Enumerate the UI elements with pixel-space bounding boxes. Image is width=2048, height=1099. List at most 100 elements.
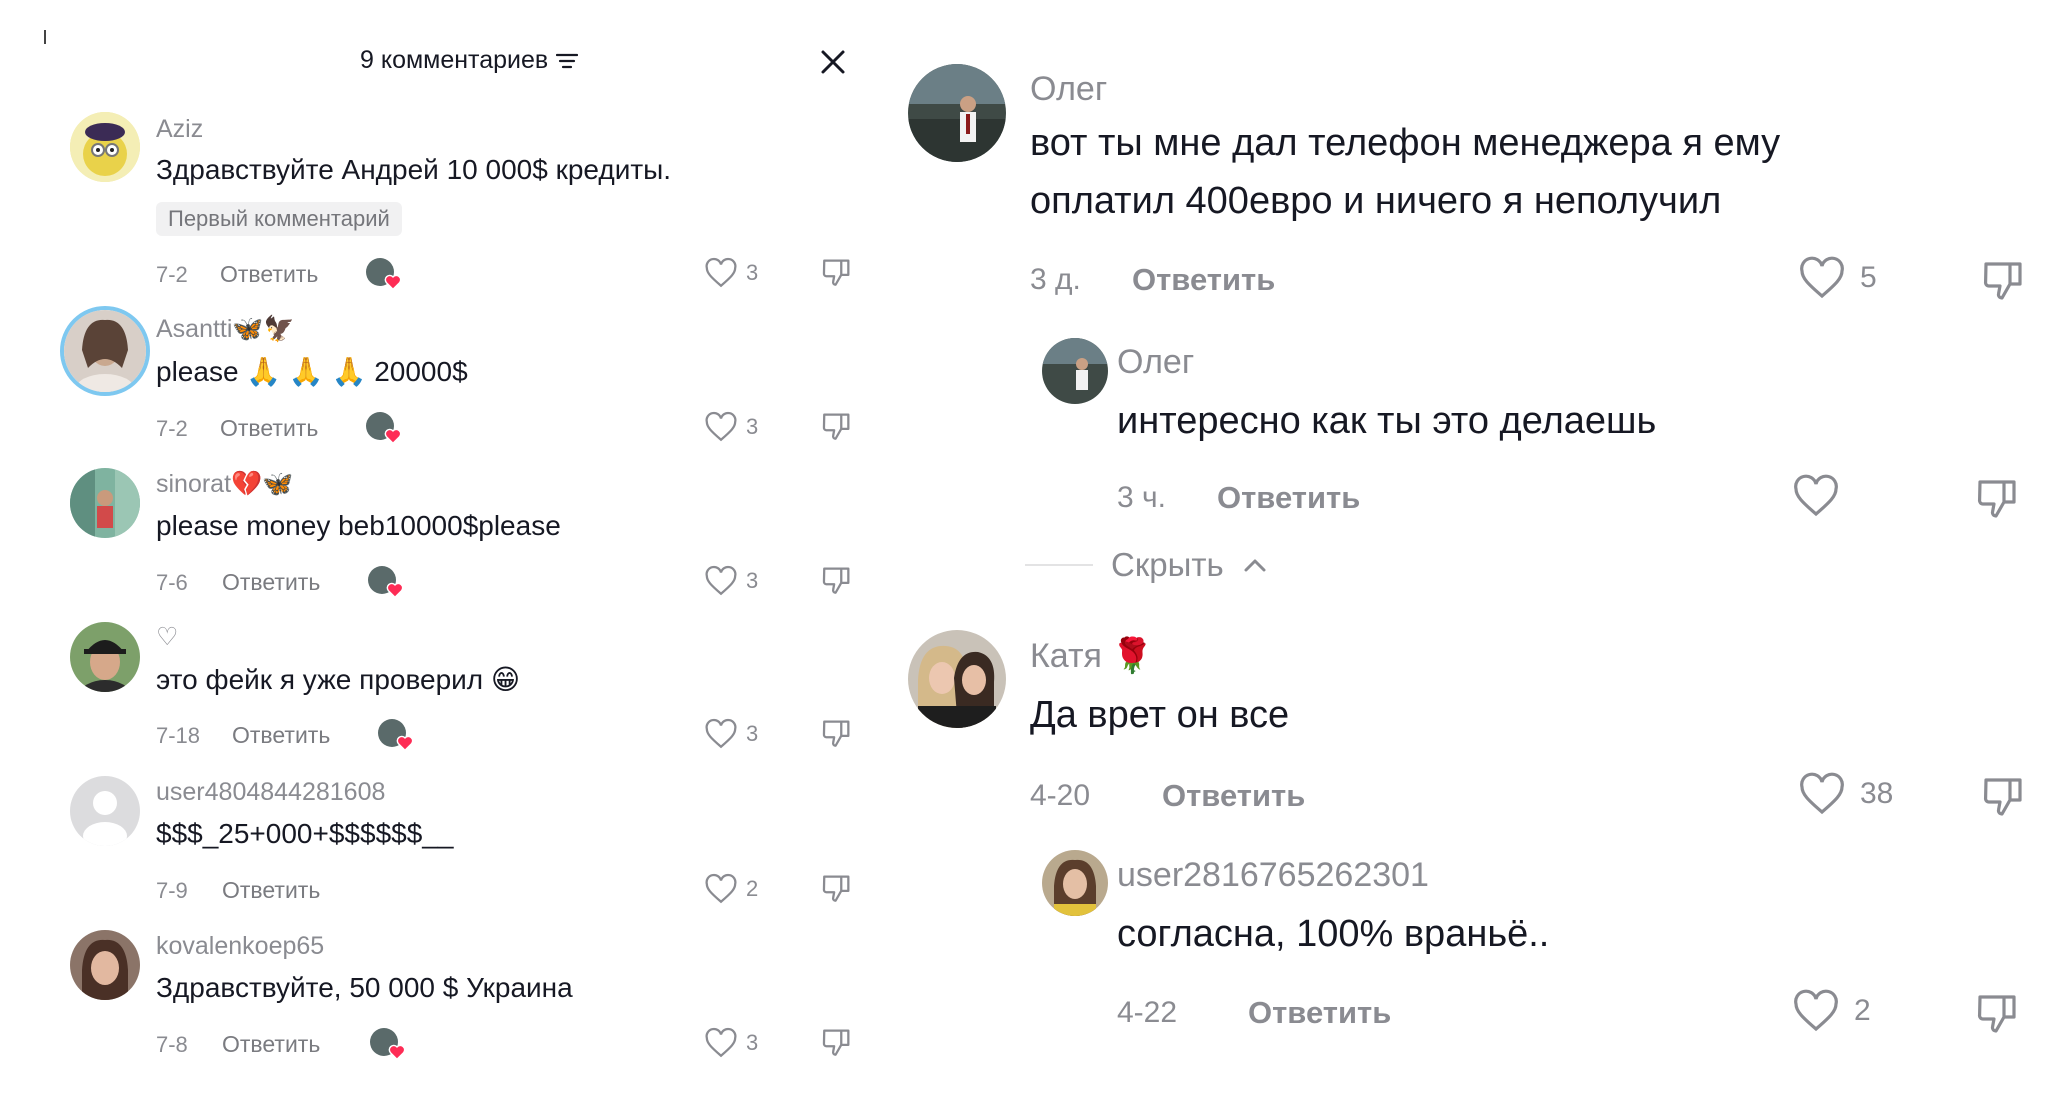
dislike-icon[interactable] <box>820 871 854 905</box>
reply-button[interactable]: Ответить <box>232 722 330 749</box>
dislike-icon[interactable] <box>1980 256 2028 304</box>
comment-text: это фейк я уже проверил 😁 <box>156 664 521 695</box>
comment-text: Да врет он все <box>1030 694 1290 736</box>
heart-icon <box>705 718 737 749</box>
heart-icon <box>1800 256 1844 299</box>
reply-button[interactable]: Ответить <box>220 415 318 442</box>
like-count: 2 <box>1854 994 1871 1027</box>
comment-username[interactable]: ♡ <box>156 622 178 652</box>
avatar-image <box>1042 850 1108 916</box>
avatar[interactable] <box>70 112 140 182</box>
reply-button[interactable]: Ответить <box>1248 995 1391 1031</box>
comments-count-title[interactable]: 9 комментариев <box>360 46 579 75</box>
creator-liked-avatar <box>368 566 404 598</box>
like-count: 2 <box>746 876 759 901</box>
like-button[interactable]: 2 <box>704 873 758 905</box>
dislike-icon[interactable] <box>820 563 854 597</box>
comment-date: 7-2 <box>156 262 188 287</box>
heart-icon <box>1794 989 1838 1032</box>
comments-header: 9 комментариев <box>0 34 880 90</box>
avatar[interactable] <box>1042 850 1108 916</box>
avatar[interactable] <box>908 64 1006 162</box>
heart-icon <box>705 873 737 904</box>
heart-filled-icon <box>384 274 402 290</box>
avatar[interactable] <box>60 306 150 396</box>
close-icon[interactable] <box>815 44 851 80</box>
comment-text: согласна, 100% враньё.. <box>1117 913 1550 955</box>
comments-panel-left: 9 комментариев Aziz Здравствуйте Андрей … <box>0 0 880 1099</box>
heart-filled-icon <box>396 735 414 751</box>
reply-button[interactable]: Ответить <box>1132 262 1275 298</box>
dislike-icon[interactable] <box>1974 989 2022 1037</box>
like-button[interactable]: 5 <box>1798 256 1877 300</box>
like-count: 3 <box>746 414 759 439</box>
divider <box>1025 564 1093 566</box>
comment-username[interactable]: Олег <box>1117 343 1194 382</box>
like-button[interactable]: 3 <box>704 718 758 750</box>
hide-replies-button[interactable]: Скрыть <box>1025 546 1268 584</box>
creator-liked-avatar <box>366 258 402 290</box>
avatar[interactable] <box>70 930 140 1000</box>
like-button[interactable]: 3 <box>704 565 758 597</box>
hide-replies-label: Скрыть <box>1111 546 1224 583</box>
comment-date: 7-9 <box>156 878 188 903</box>
like-button[interactable]: 3 <box>704 257 758 289</box>
dislike-icon[interactable] <box>1980 772 2028 820</box>
comment-text: please money beb10000$please <box>156 510 561 541</box>
dislike-icon[interactable] <box>820 1025 854 1059</box>
heart-filled-icon <box>386 582 404 598</box>
like-button[interactable]: 3 <box>704 1027 758 1059</box>
comment-date: 4-20 <box>1030 779 1091 812</box>
comment-username[interactable]: Aziz <box>156 115 203 144</box>
like-button[interactable]: 3 <box>704 411 758 443</box>
avatar-image <box>70 112 140 182</box>
like-button[interactable]: 2 <box>1792 989 1871 1033</box>
heart-icon <box>1794 474 1838 517</box>
avatar-image <box>70 468 140 538</box>
avatar[interactable] <box>1042 338 1108 404</box>
heart-icon <box>705 1027 737 1058</box>
comment-username[interactable]: user2816765262301 <box>1117 856 1429 895</box>
comment-date: 7-6 <box>156 570 188 595</box>
creator-liked-avatar <box>366 412 402 444</box>
heart-filled-icon <box>384 428 402 444</box>
like-count: 38 <box>1860 777 1894 810</box>
like-button[interactable] <box>1792 474 1840 518</box>
avatar[interactable] <box>70 622 140 692</box>
default-avatar-icon <box>70 776 140 846</box>
like-count: 3 <box>746 721 759 746</box>
comment-username[interactable]: Катя 🌹 <box>1030 636 1154 676</box>
avatar-image <box>70 930 140 1000</box>
reply-button[interactable]: Ответить <box>1217 480 1360 516</box>
dislike-icon[interactable] <box>1974 474 2022 522</box>
like-count: 5 <box>1860 261 1877 294</box>
comments-panel-right: Олег вот ты мне дал телефон менеджера я … <box>880 0 2048 1099</box>
reply-button[interactable]: Ответить <box>222 569 320 596</box>
dislike-icon[interactable] <box>820 255 854 289</box>
reply-button[interactable]: Ответить <box>1162 778 1305 814</box>
dislike-icon[interactable] <box>820 716 854 750</box>
sort-lines-icon <box>556 53 579 68</box>
reply-button[interactable]: Ответить <box>222 1031 320 1058</box>
comment-username[interactable]: Олег <box>1030 70 1107 109</box>
comment-username[interactable]: Asantti🦋🦅 <box>156 315 295 344</box>
comment-date: 3 ч. <box>1117 481 1166 514</box>
avatar[interactable] <box>70 776 140 846</box>
avatar[interactable] <box>70 468 140 538</box>
comment-date: 7-2 <box>156 416 188 441</box>
comment-text: Здравствуйте, 50 000 $ Украина <box>156 972 573 1003</box>
like-button[interactable]: 38 <box>1798 772 1893 816</box>
reply-button[interactable]: Ответить <box>222 877 320 904</box>
avatar[interactable] <box>908 630 1006 728</box>
comment-username[interactable]: user4804844281608 <box>156 778 385 807</box>
dislike-icon[interactable] <box>820 409 854 443</box>
like-count: 3 <box>746 1030 759 1055</box>
avatar-image <box>64 310 146 392</box>
comment-text: $$$_25+000+$$$$$$__ <box>156 818 454 849</box>
comment-date: 7-8 <box>156 1032 188 1057</box>
like-count: 3 <box>746 568 759 593</box>
reply-button[interactable]: Ответить <box>220 261 318 288</box>
comment-username[interactable]: sinorat💔🦋 <box>156 470 293 499</box>
like-count: 3 <box>746 260 759 285</box>
comment-username[interactable]: kovalenkoep65 <box>156 932 324 961</box>
